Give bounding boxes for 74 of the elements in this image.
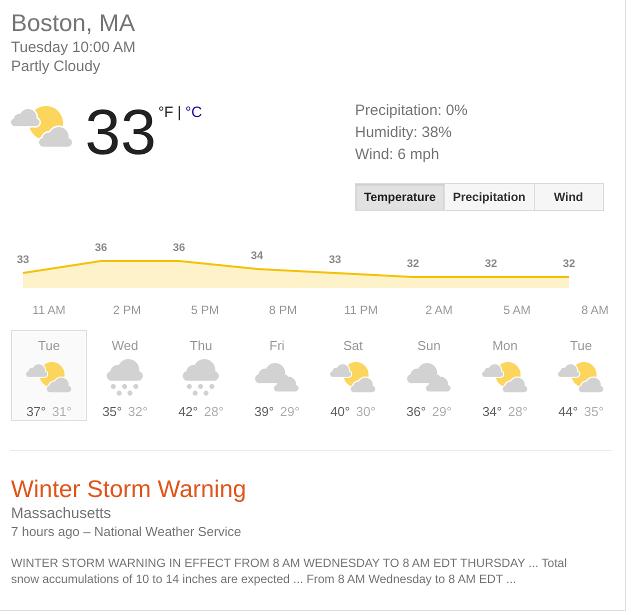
low-temperature: 29° [432, 404, 452, 420]
forecast-day[interactable]: Tue 37° 31° [11, 330, 87, 421]
temperature-label: 33 [16, 254, 30, 266]
low-temperature: 28° [508, 404, 528, 420]
time-label: 11 AM [32, 303, 66, 317]
day-name: Thu [190, 338, 212, 354]
alert-region: Massachusetts [11, 504, 112, 523]
forecast-day[interactable]: Mon 34° 28° [467, 330, 543, 421]
low-temperature: 35° [584, 404, 604, 420]
high-temperature: 36° [406, 404, 426, 420]
high-temperature: 44° [558, 404, 578, 420]
high-temperature: 37° [26, 404, 46, 420]
high-temperature: 39° [254, 404, 274, 420]
temperature-label: 34 [250, 250, 264, 262]
weather-detail: Wind: 6 mph [355, 145, 440, 165]
sun-cloud-icon [11, 106, 73, 147]
day-name: Mon [492, 338, 518, 354]
chart-tab[interactable]: Precipitation [444, 183, 534, 211]
day-name: Tue [570, 338, 592, 354]
high-temperature: 42° [178, 404, 198, 420]
forecast-day[interactable]: Wed 35° 32° [87, 330, 163, 421]
snow-cloud-icon [105, 359, 145, 396]
temperature-label: 36 [172, 242, 186, 254]
sun-cloud-icon [558, 362, 604, 393]
sun-cloud-icon [330, 362, 376, 393]
low-temperature: 32° [128, 404, 148, 420]
unit-toggle[interactable]: °F [158, 104, 174, 122]
low-temperature: 28° [204, 404, 224, 420]
day-name: Wed [112, 338, 138, 354]
time-label: 5 PM [191, 303, 219, 317]
forecast-day[interactable]: Sat 40° 30° [315, 330, 391, 421]
time-label: 2 AM [425, 303, 453, 317]
day-name: Sun [417, 338, 441, 354]
forecast-day[interactable]: Thu 42° 28° [163, 330, 239, 421]
alert-source: 7 hours ago – National Weather Service [11, 523, 242, 541]
day-name: Fri [269, 338, 285, 354]
snow-cloud-icon [181, 359, 221, 396]
temperature-label: 32 [562, 258, 576, 270]
forecast-day[interactable]: Tue 44° 35° [543, 330, 619, 421]
day-name: Sat [343, 338, 363, 354]
high-temperature: 35° [102, 404, 122, 420]
date-time: Tuesday 10:00 AM [11, 38, 137, 57]
time-label: 8 PM [269, 303, 297, 317]
alert-summary: WINTER STORM WARNING IN EFFECT FROM 8 AM WEDNESDAY TO 8 AM EDT THURSDAY ... Total snow accumulations of 10 to 14 inches are expected ... From 8 AM Wednesday to 8 AM EDT ... [11, 555, 568, 587]
high-temperature: 34° [482, 404, 502, 420]
cloud-icon [255, 362, 299, 392]
temperature-label: 32 [406, 258, 420, 270]
alert-title-link[interactable]: Winter Storm Warning [11, 476, 246, 504]
chart-tab[interactable]: Temperature [355, 183, 445, 211]
sun-cloud-icon [482, 362, 528, 393]
sun-cloud-icon [26, 362, 72, 393]
condition-text: Partly Cloudy [11, 57, 102, 76]
forecast-day[interactable]: Fri 39° 29° [239, 330, 315, 421]
location-title: Boston, MA [11, 10, 136, 38]
current-temperature: 33 [85, 100, 156, 164]
day-name: Tue [38, 338, 60, 354]
time-label: 11 PM [344, 303, 378, 317]
time-label: 5 AM [503, 303, 531, 317]
temperature-label: 33 [328, 254, 342, 266]
low-temperature: 31° [52, 404, 72, 420]
unit-separator: | [177, 104, 182, 122]
time-label: 8 AM [581, 303, 609, 317]
cloud-icon [407, 362, 451, 392]
temperature-label: 32 [484, 258, 498, 270]
weather-detail: Humidity: 38% [355, 123, 453, 143]
time-label: 2 PM [113, 303, 141, 317]
low-temperature: 30° [356, 404, 376, 420]
low-temperature: 29° [280, 404, 300, 420]
temperature-label: 36 [94, 242, 108, 254]
unit-toggle[interactable]: °C [185, 104, 202, 122]
high-temperature: 40° [330, 404, 350, 420]
forecast-day[interactable]: Sun 36° 29° [391, 330, 467, 421]
weather-detail: Precipitation: 0% [355, 101, 469, 121]
chart-tab[interactable]: Wind [534, 183, 604, 211]
